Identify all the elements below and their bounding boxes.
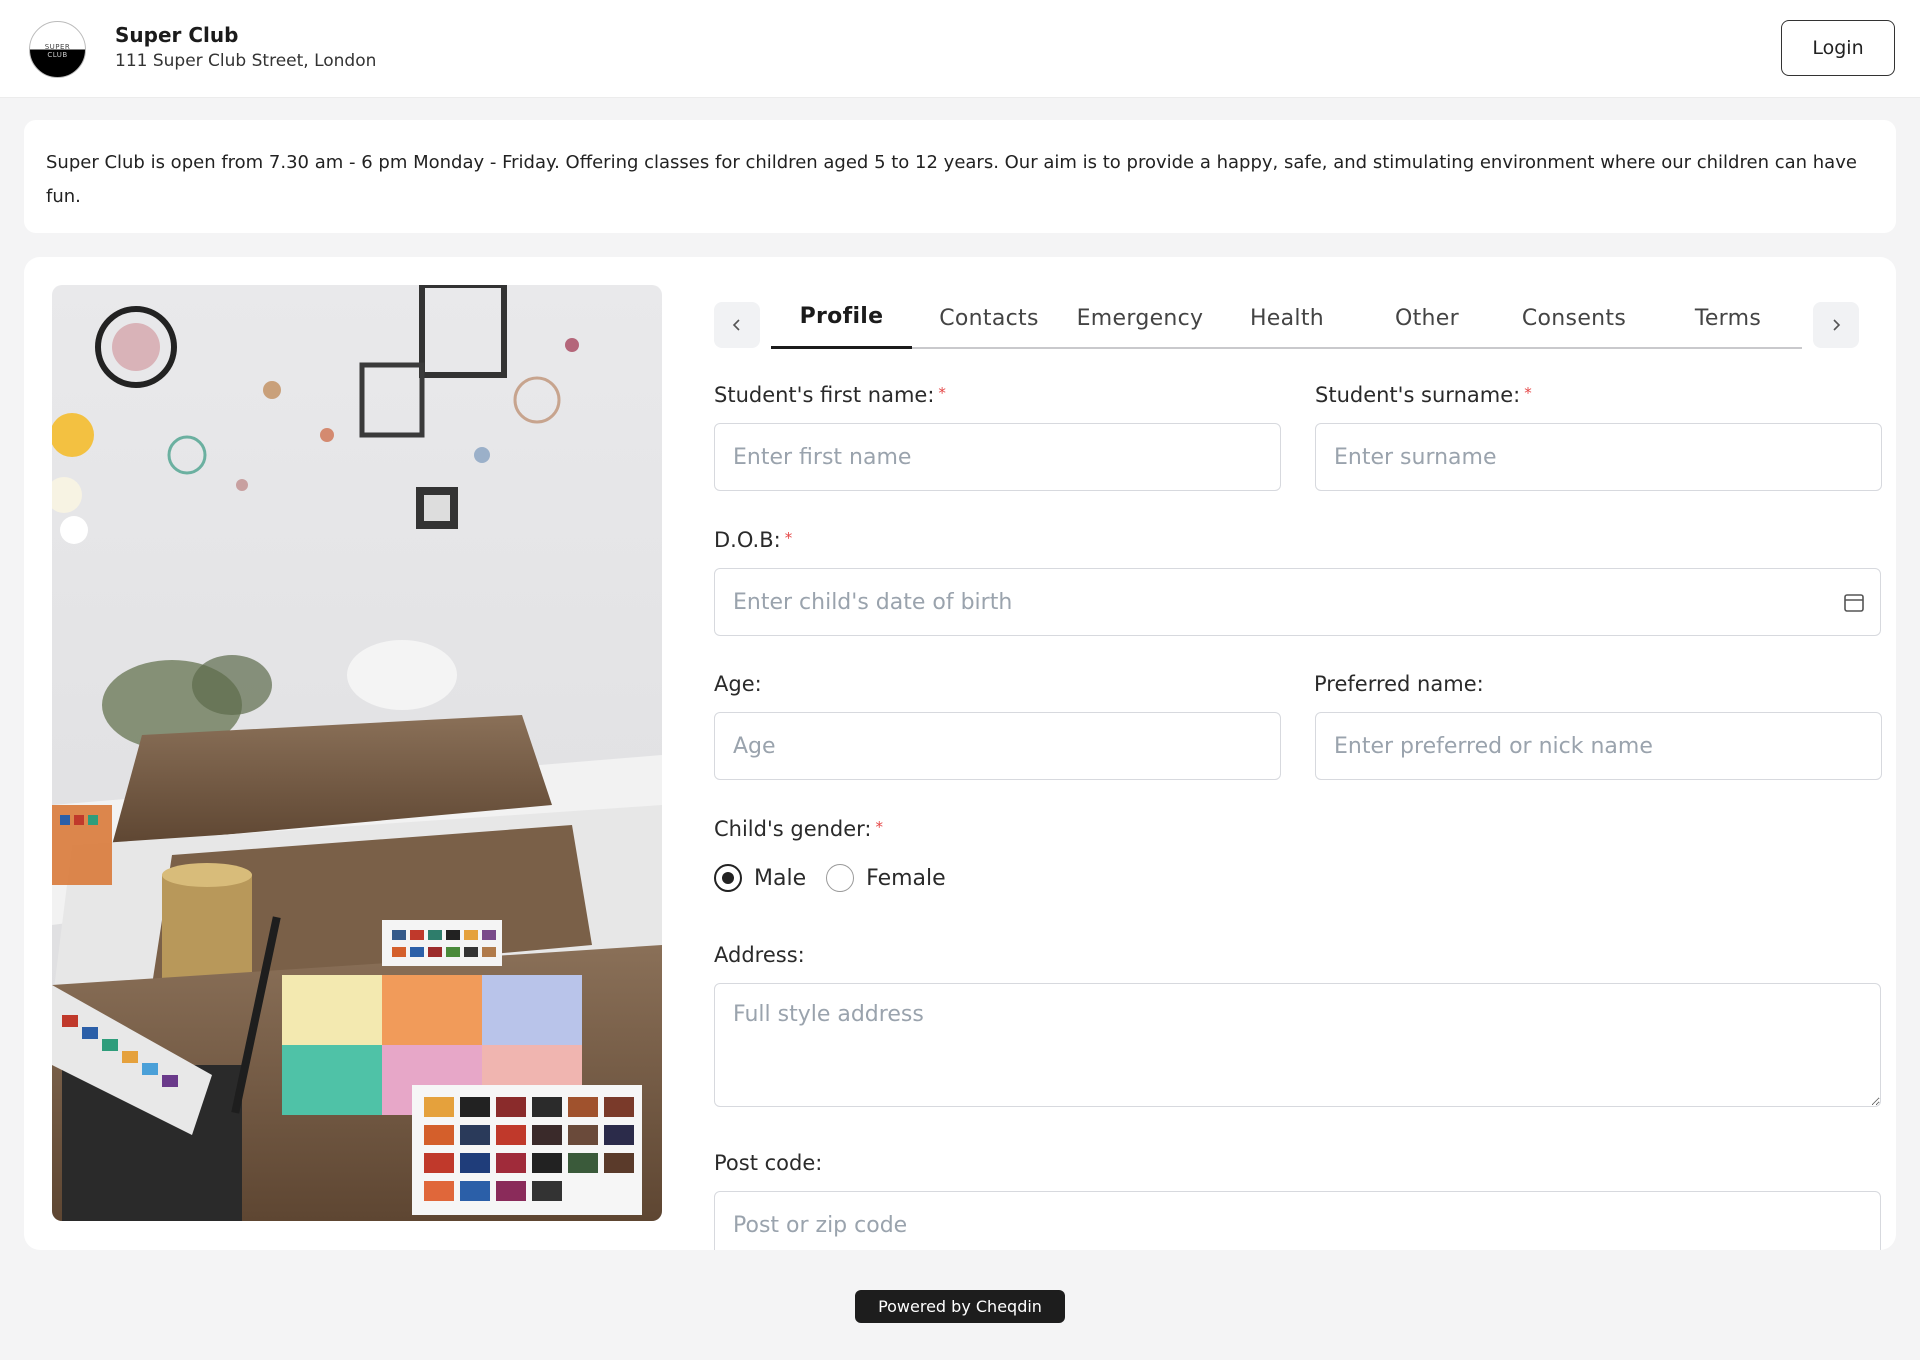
tabs-scroll-right-button[interactable] [1813,302,1859,348]
postcode-label: Post code: [714,1151,823,1175]
art-table-illustration [52,285,662,1221]
form-tabs: Profile Contacts Emergency Health Other … [771,287,1802,349]
login-button[interactable]: Login [1781,20,1895,76]
age-input[interactable] [714,712,1281,780]
tab-terms[interactable]: Terms [1654,287,1802,349]
surname-input[interactable] [1315,423,1882,491]
gender-label: Child's gender: * [714,817,883,841]
gender-male-label[interactable]: Male [754,866,806,891]
preferred-name-input[interactable] [1315,712,1882,780]
age-label: Age: [714,672,762,696]
first-name-label-text: Student's first name: [714,383,935,407]
logo-top-text: SUPER [44,42,71,51]
top-header: SUPER CLUB Super Club 111 Super Club Str… [0,0,1920,98]
required-mark: * [875,818,884,836]
dob-label: D.O.B: * [714,528,792,552]
surname-label-text: Student's surname: [1315,383,1521,407]
address-textarea[interactable] [714,983,1881,1107]
info-card: Super Club is open from 7.30 am - 6 pm M… [24,120,1896,233]
gender-radio-group: Male Female [714,863,966,893]
powered-by-badge[interactable]: Powered by Cheqdin [855,1290,1065,1323]
hero-image [52,285,662,1221]
tabs-scroll-left-button[interactable] [714,302,760,348]
preferred-name-label: Preferred name: [1314,672,1484,696]
chevron-right-icon [1833,319,1841,331]
required-mark: * [784,529,793,547]
club-address: 111 Super Club Street, London [115,51,377,71]
dob-input[interactable] [714,568,1881,636]
surname-label: Student's surname: * [1315,383,1532,407]
chevron-left-icon [732,319,740,331]
first-name-label: Student's first name: * [714,383,946,407]
tab-consents[interactable]: Consents [1494,287,1654,349]
club-name: Super Club [115,23,239,47]
tab-health[interactable]: Health [1214,287,1360,349]
address-label: Address: [714,943,805,967]
profile-form: Profile Contacts Emergency Health Other … [691,257,1882,1250]
tab-emergency[interactable]: Emergency [1066,287,1214,349]
gender-female-label[interactable]: Female [866,866,946,891]
registration-card: Profile Contacts Emergency Health Other … [24,257,1896,1250]
gender-female-radio[interactable] [826,864,855,892]
postcode-input[interactable] [714,1191,1881,1250]
club-description: Super Club is open from 7.30 am - 6 pm M… [46,152,1857,207]
tab-profile[interactable]: Profile [771,287,912,349]
tab-other[interactable]: Other [1360,287,1494,349]
club-logo[interactable]: SUPER CLUB [29,21,86,78]
gender-label-text: Child's gender: [714,817,872,841]
logo-bottom-text: CLUB [47,50,68,59]
dob-label-text: D.O.B: [714,528,781,552]
radio-selected-dot [722,872,734,884]
calendar-icon[interactable] [1843,591,1865,613]
tab-contacts[interactable]: Contacts [912,287,1066,349]
first-name-input[interactable] [714,423,1281,491]
gender-male-radio[interactable] [714,864,742,892]
required-mark: * [938,384,946,402]
required-mark: * [1524,384,1532,402]
